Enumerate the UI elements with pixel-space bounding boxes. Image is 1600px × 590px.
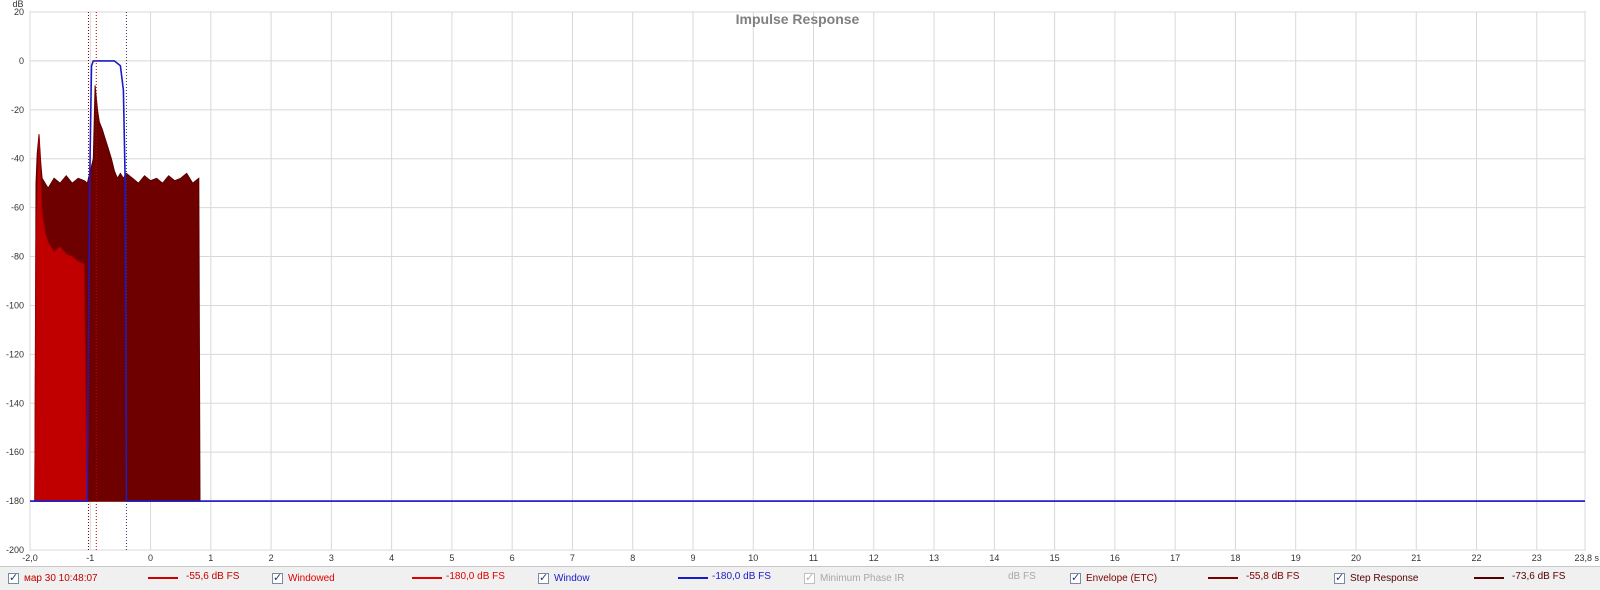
x-tick-label: 18 <box>1230 553 1240 563</box>
legend-item-minimum-phase-ir: Minimum Phase IR <box>804 571 904 585</box>
x-tick-label: 17 <box>1170 553 1180 563</box>
legend-level-envelope-etc: -55,8 dB FS <box>1246 571 1300 582</box>
x-tick-label: 14 <box>989 553 999 563</box>
legend-level-step-response: -73,6 dB FS <box>1512 571 1566 582</box>
x-tick-label: -1 <box>86 553 94 563</box>
x-tick-label: 22 <box>1472 553 1482 563</box>
plot-area <box>29 11 1586 551</box>
legend-item-measurement[interactable]: мар 30 10:48:07 <box>8 571 98 585</box>
x-tick-label: 6 <box>510 553 515 563</box>
legend-label-window: Window <box>554 572 590 584</box>
legend-item-step-response[interactable]: Step Response <box>1334 571 1418 585</box>
legend-label-measurement: мар 30 10:48:07 <box>24 572 98 584</box>
x-tick-label: 12 <box>869 553 879 563</box>
x-tick-label: 1 <box>208 553 213 563</box>
x-tick-label: 19 <box>1291 553 1301 563</box>
y-tick-label: 0 <box>19 56 24 66</box>
legend-item-envelope-etc[interactable]: Envelope (ETC) <box>1070 571 1157 585</box>
x-tick-label: 0 <box>148 553 153 563</box>
y-tick-label: -20 <box>11 105 24 115</box>
legend-item-window[interactable]: Window <box>538 571 590 585</box>
x-tick-label: -2,0 <box>22 553 38 563</box>
legend-bar: мар 30 10:48:07 -55,6 dB FS Windowed -18… <box>0 566 1600 590</box>
y-tick-label: -100 <box>6 300 24 310</box>
x-tick-label: 13 <box>929 553 939 563</box>
legend-level-minimum-phase-ir: dB FS <box>1008 571 1036 582</box>
x-tick-label: 10 <box>748 553 758 563</box>
x-tick-label: 16 <box>1110 553 1120 563</box>
x-tick-label: 15 <box>1050 553 1060 563</box>
y-tick-label: -140 <box>6 398 24 408</box>
checkbox-icon <box>804 571 815 584</box>
chart-title: Impulse Response <box>736 11 860 27</box>
legend-swatch-windowed <box>412 577 442 579</box>
y-tick-label: -80 <box>11 252 24 262</box>
x-tick-label: 5 <box>449 553 454 563</box>
legend-level-measurement: -55,6 dB FS <box>186 571 240 582</box>
y-axis-label: dB <box>12 0 23 9</box>
checkbox-icon[interactable] <box>1334 571 1345 584</box>
legend-label-step-response: Step Response <box>1350 572 1419 584</box>
x-tick-label: 20 <box>1351 553 1361 563</box>
chart-canvas[interactable]: 200-20-40-60-80-100-120-140-160-180-200d… <box>0 0 1600 566</box>
legend-swatch-step-response <box>1474 577 1504 579</box>
legend-level-windowed: -180,0 dB FS <box>446 571 505 582</box>
y-tick-label: -60 <box>11 203 24 213</box>
legend-swatch-window <box>678 577 708 579</box>
x-tick-label: 4 <box>389 553 394 563</box>
legend-item-windowed[interactable]: Windowed <box>272 571 335 585</box>
checkbox-icon[interactable] <box>272 571 283 584</box>
legend-label-minimum-phase-ir: Minimum Phase IR <box>820 572 905 584</box>
legend-swatch-measurement <box>148 577 178 579</box>
checkbox-icon[interactable] <box>1070 571 1081 584</box>
x-tick-label: 23,8 s <box>1574 553 1599 563</box>
impulse-response-chart[interactable]: 20 0 -20 -40 -60 -80 -100 -120 -140 -160 -180 -200 d… <box>0 0 1600 566</box>
legend-label-windowed: Windowed <box>288 572 335 584</box>
legend-label-envelope-etc: Envelope (ETC) <box>1086 572 1158 584</box>
legend-swatch-envelope-etc <box>1208 577 1238 579</box>
y-tick-label: -120 <box>6 349 24 359</box>
x-tick-label: 21 <box>1411 553 1421 563</box>
y-tick-label: -180 <box>6 496 24 506</box>
x-tick-label: 2 <box>269 553 274 563</box>
x-tick-label: 9 <box>690 553 695 563</box>
x-tick-label: 7 <box>570 553 575 563</box>
legend-level-window: -180,0 dB FS <box>712 571 771 582</box>
checkbox-icon[interactable] <box>538 571 549 584</box>
y-tick-label: -160 <box>6 447 24 457</box>
x-tick-label: 23 <box>1532 553 1542 563</box>
y-tick-label: -40 <box>11 154 24 164</box>
checkbox-icon[interactable] <box>8 571 19 584</box>
x-tick-label: 3 <box>329 553 334 563</box>
x-tick-label: 11 <box>809 553 818 563</box>
x-tick-label: 8 <box>630 553 635 563</box>
